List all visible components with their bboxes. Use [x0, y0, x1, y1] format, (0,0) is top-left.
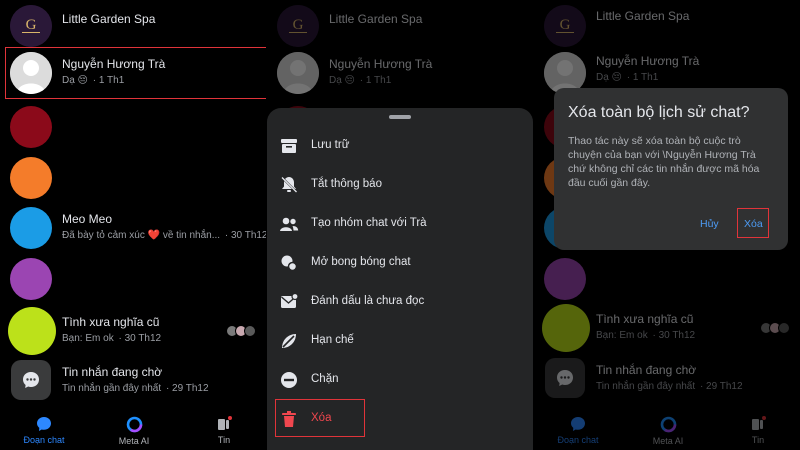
highlight-box	[275, 399, 365, 437]
chat-options-panel: G Little Garden Spa Nguyễn Hương Trà Dạ …	[267, 0, 533, 450]
chat-preview: Tin nhắn gần đây nhất · 29 Th12	[62, 383, 209, 394]
dialog-title: Xóa toàn bộ lịch sử chat?	[568, 104, 750, 121]
archive-icon	[281, 139, 297, 153]
chat-bubble-icon	[37, 417, 51, 431]
avatar: G	[10, 5, 52, 47]
restrict-icon	[282, 334, 296, 348]
delete-confirm-dialog: Xóa toàn bộ lịch sử chat? Thao tác này s…	[554, 88, 788, 250]
menu-item-archive[interactable]: Lưu trữ	[267, 128, 533, 164]
cancel-button[interactable]: Hủy	[700, 218, 719, 230]
avatar	[10, 207, 52, 249]
chat-bubbles-icon	[281, 255, 298, 272]
chat-name: Tình xưa nghĩa cũ	[62, 315, 160, 329]
chat-name: Meo Meo	[62, 212, 113, 226]
chat-row-little-garden-spa[interactable]: G Little Garden Spa	[0, 0, 266, 52]
avatar	[10, 106, 52, 148]
avatar	[10, 157, 52, 199]
meta-ai-icon	[126, 416, 142, 433]
seen-by-avatars	[226, 325, 258, 337]
chat-row-message-requests[interactable]: Tin nhắn đang chờ Tin nhắn gần đây nhất …	[0, 355, 266, 407]
delete-confirm-panel: G Little Garden Spa Nguyễn Hương Trà Dạ …	[534, 0, 800, 450]
svg-text:G: G	[26, 17, 37, 33]
avatar	[8, 307, 56, 355]
chat-preview: Bạn: Em ok · 30 Th12	[62, 333, 162, 344]
chat-list-panel: G Little Garden Spa Nguyễn Hương Trà Dạ …	[0, 0, 266, 450]
avatar	[10, 258, 52, 300]
tab-meta-ai[interactable]: Meta AI	[104, 416, 164, 446]
menu-item-open-bubble[interactable]: Mở bong bóng chat	[267, 245, 533, 281]
menu-item-create-group[interactable]: Tạo nhóm chat với Trà	[267, 206, 533, 242]
group-icon	[280, 217, 299, 231]
highlight-box	[737, 208, 769, 238]
chat-row-tinh-xua-nghia-cu[interactable]: Tình xưa nghĩa cũ Bạn: Em ok · 30 Th12	[0, 305, 266, 357]
chat-name: Little Garden Spa	[62, 12, 156, 26]
highlight-box	[5, 47, 266, 99]
chat-preview: Đã bày tỏ cảm xúc ❤️ về tin nhắn... · 30…	[62, 230, 266, 241]
bell-off-icon	[281, 176, 298, 193]
chat-row-meo-meo[interactable]: Meo Meo Đã bày tỏ cảm xúc ❤️ về tin nhắn…	[0, 202, 266, 254]
mark-unread-icon	[281, 292, 299, 308]
stories-icon	[218, 416, 232, 430]
tab-stories[interactable]: Tin	[194, 416, 254, 445]
chat-row[interactable]	[0, 101, 266, 153]
chat-row[interactable]	[0, 152, 266, 204]
menu-item-mark-unread[interactable]: Đánh dấu là chưa đọc	[267, 284, 533, 320]
menu-item-restrict[interactable]: Hạn chế	[267, 323, 533, 359]
tab-chats[interactable]: Đoạn chat	[14, 416, 74, 445]
drag-handle[interactable]	[389, 115, 411, 119]
menu-item-mute[interactable]: Tắt thông báo	[267, 167, 533, 203]
menu-item-block[interactable]: Chặn	[267, 362, 533, 398]
block-icon	[281, 372, 297, 388]
dialog-body: Thao tác này sẽ xóa toàn bộ cuộc trò chu…	[568, 135, 760, 189]
message-requests-icon	[11, 360, 51, 400]
chat-name: Tin nhắn đang chờ	[62, 365, 163, 379]
chat-row[interactable]	[0, 253, 266, 305]
bottom-tab-bar: Đoạn chat Meta AI Tin	[0, 402, 266, 450]
options-sheet: Lưu trữ Tắt thông báo Tạo nhóm chat với …	[267, 108, 533, 450]
